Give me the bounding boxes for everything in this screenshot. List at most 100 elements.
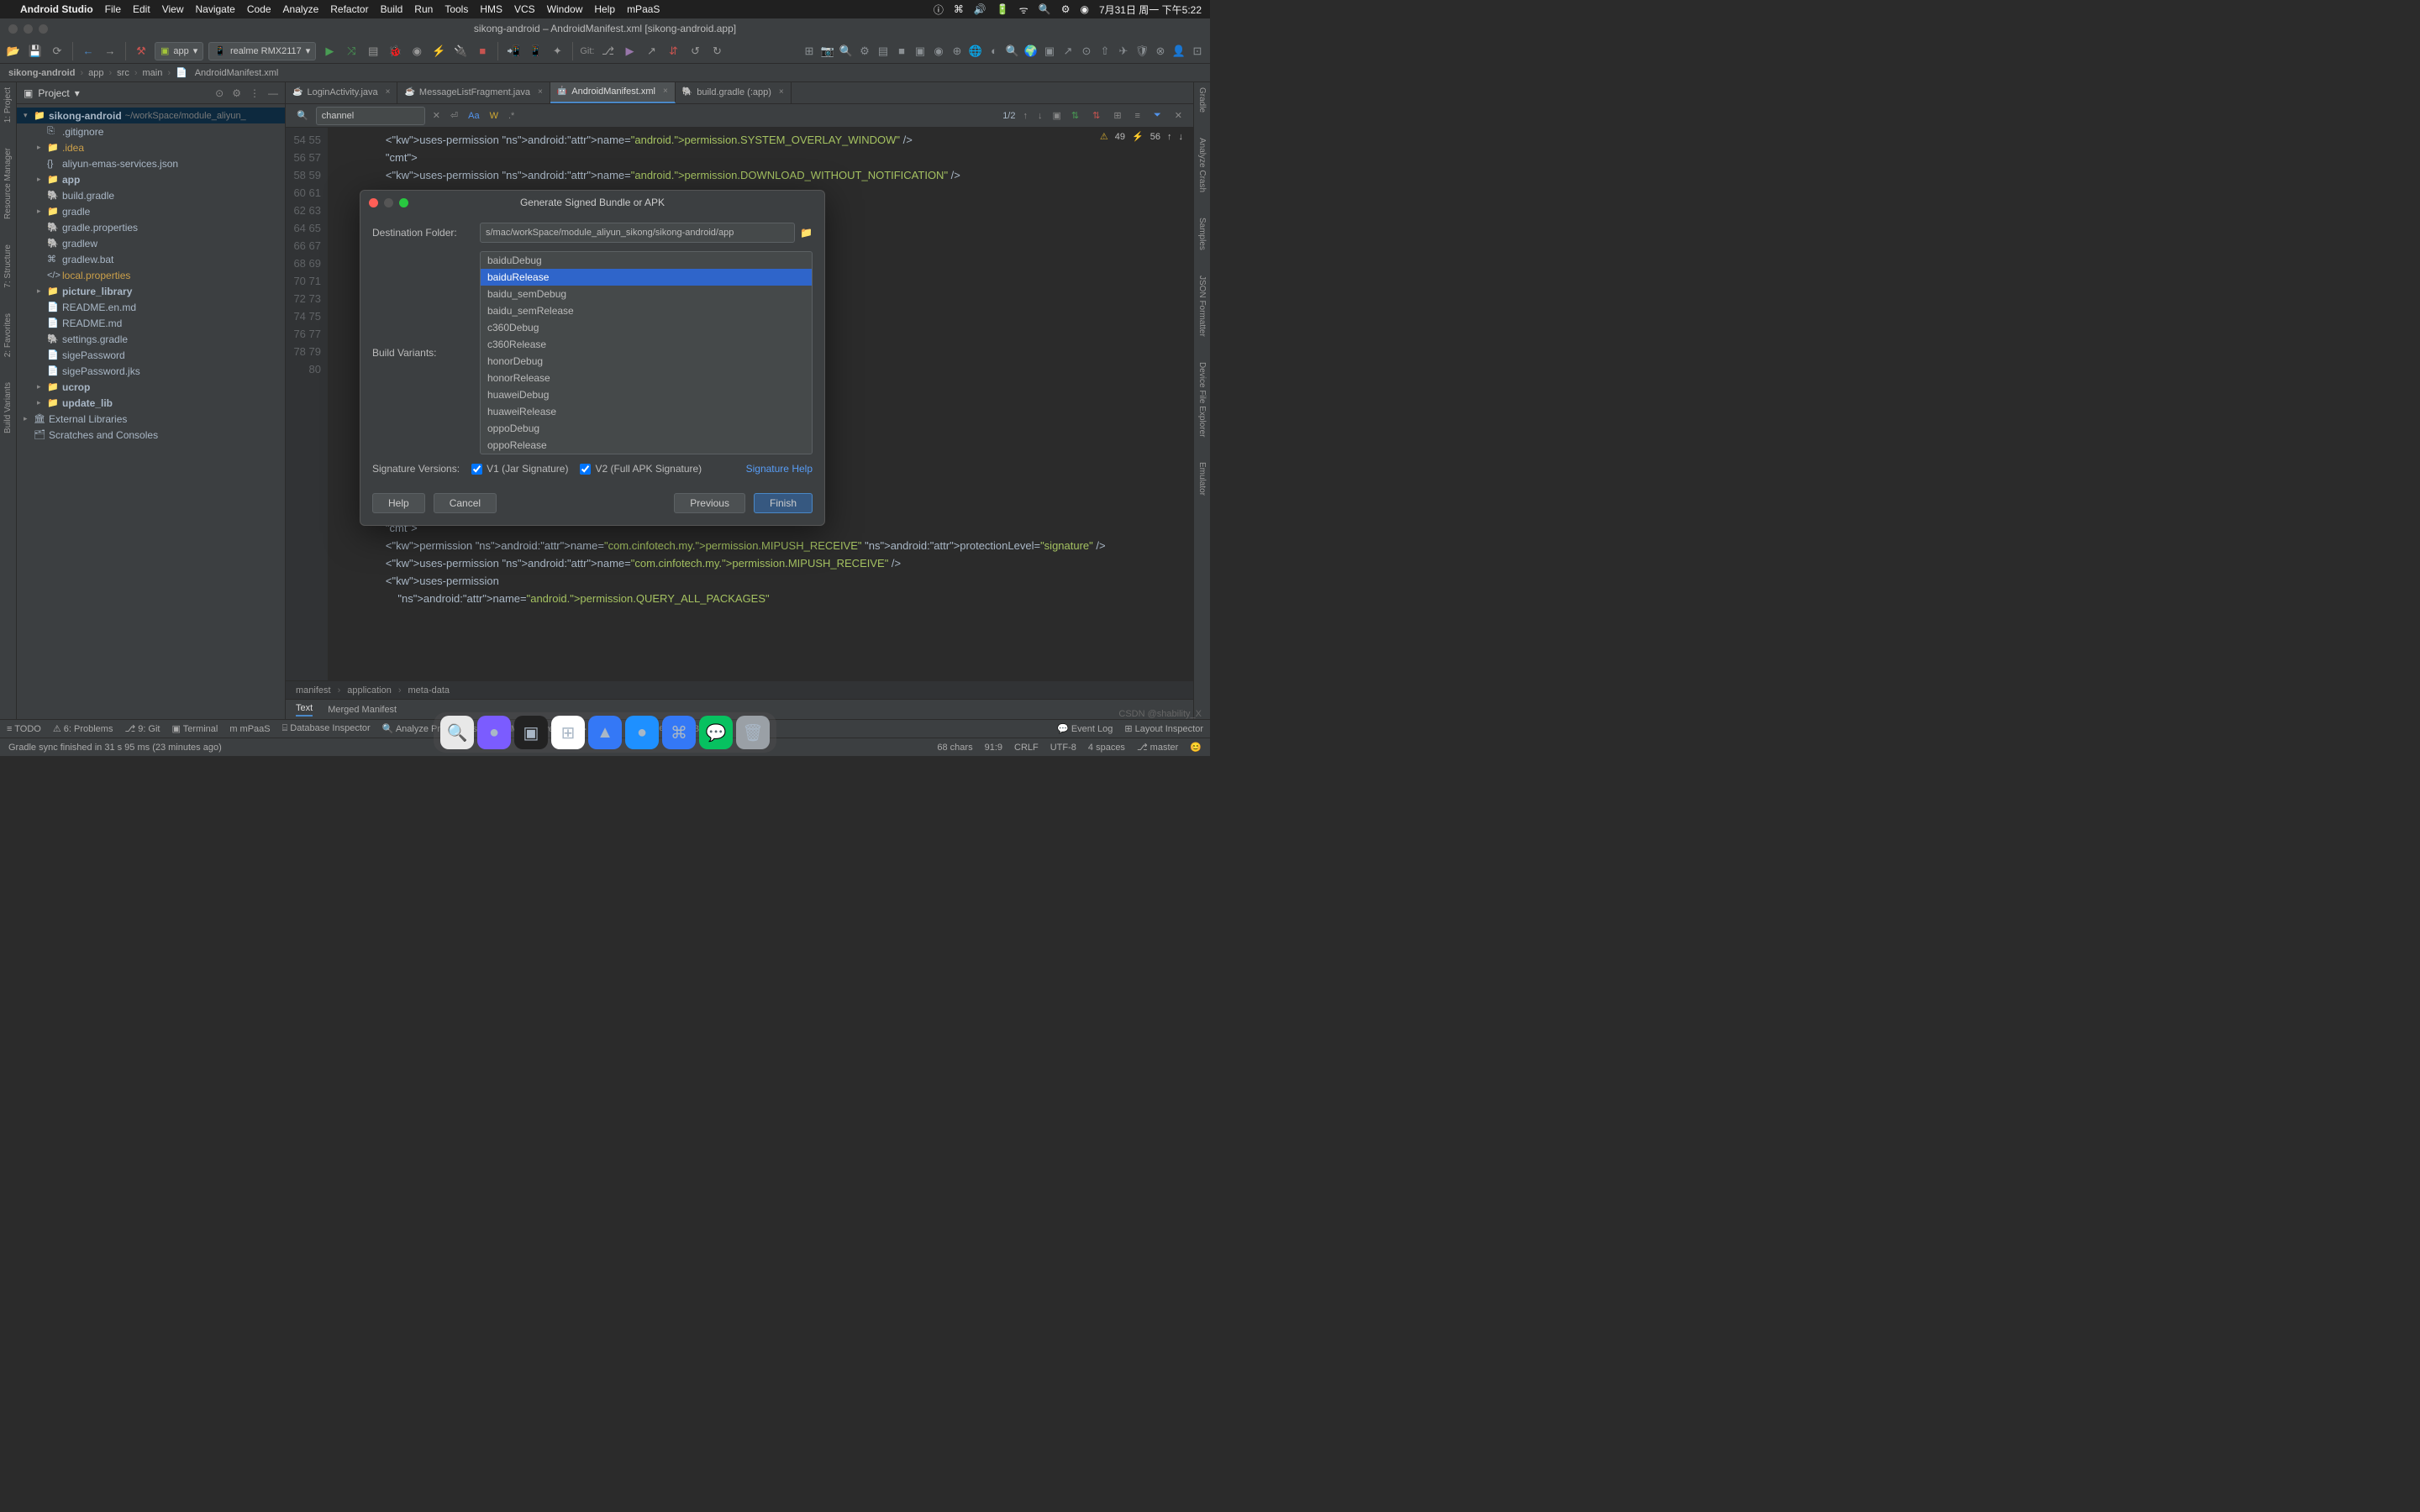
plug-icon[interactable]: 🔌 [452, 45, 469, 58]
dock-app[interactable]: ⊞ [551, 716, 585, 749]
variant-row[interactable]: baiduDebug [481, 252, 812, 269]
tree-item[interactable]: </>local.properties [17, 267, 285, 283]
tool8-icon[interactable]: ◐ [986, 45, 1002, 57]
target-icon[interactable]: ⊙ [215, 87, 224, 99]
run-config-app[interactable]: ▣app▾ [155, 42, 203, 60]
menu-code[interactable]: Code [247, 3, 271, 15]
find-opt3-icon[interactable]: ⊞ [1111, 110, 1123, 121]
status-icon[interactable]: ⌘ [954, 3, 964, 15]
attach-icon[interactable]: ⚡ [430, 45, 447, 58]
dest-folder-input[interactable] [480, 223, 795, 243]
status-cell[interactable]: 😊 [1190, 742, 1202, 753]
git-rollback-icon[interactable]: ↻ [708, 45, 725, 58]
toolwindow-item[interactable]: ≡ TODO [7, 724, 41, 734]
menu-file[interactable]: File [105, 3, 121, 15]
editor-tab[interactable]: 🐘build.gradle (:app)× [676, 82, 792, 103]
bug-icon[interactable]: 🐞 [387, 45, 403, 58]
run-icon[interactable]: ▶ [321, 45, 338, 58]
menu-analyze[interactable]: Analyze [283, 3, 319, 15]
find-word-icon[interactable]: W [487, 111, 501, 121]
tool4-icon[interactable]: ▣ [913, 45, 928, 58]
right-tab-device-file-explorer[interactable]: Device File Explorer [1197, 362, 1207, 437]
hide-icon[interactable]: — [268, 87, 278, 99]
tool9-icon[interactable]: 🔍 [1005, 45, 1020, 58]
tool15-icon[interactable]: ✈ [1116, 45, 1131, 58]
inspection-widget[interactable]: ⚠49 ⚡56 ↑↓ [1100, 131, 1183, 142]
right-tab-samples[interactable]: Samples [1197, 218, 1207, 250]
tool17-icon[interactable]: ⊗ [1153, 45, 1168, 58]
menubar-datetime[interactable]: 7月31日 周一 下午5:22 [1099, 3, 1202, 17]
debug-icon[interactable]: ⤨ [343, 45, 360, 58]
find-filter-icon[interactable]: ⏷ [1151, 110, 1164, 121]
toolwindow-item[interactable]: ⌸ Database Inspector [282, 723, 371, 734]
save-icon[interactable]: 💾 [27, 45, 44, 58]
dock-app[interactable]: ⌘ [662, 716, 696, 749]
editor-tab[interactable]: ☕LoginActivity.java× [286, 82, 397, 103]
crumb-1[interactable]: app [88, 68, 103, 78]
tree-item[interactable]: ▸📁picture_library [17, 283, 285, 299]
find-select-icon[interactable]: ▣ [1050, 110, 1063, 121]
build-variants-list[interactable]: baiduDebugbaiduReleasebaidu_semDebugbaid… [480, 251, 813, 454]
battery-icon[interactable]: 🔋 [997, 3, 1009, 15]
menu-hms[interactable]: HMS [480, 3, 502, 15]
volume-icon[interactable]: 🔊 [974, 3, 986, 15]
crumb-3[interactable]: main [143, 68, 163, 78]
dock-app[interactable]: ● [625, 716, 659, 749]
git-push-icon[interactable]: ↗ [643, 45, 660, 58]
status-cell[interactable]: 4 spaces [1088, 743, 1125, 753]
menu-window[interactable]: Window [547, 3, 583, 15]
variant-row[interactable]: baidu_semDebug [481, 286, 812, 302]
find-next-icon[interactable]: ↓ [1035, 111, 1045, 121]
find-opt1-icon[interactable]: ⇅ [1069, 110, 1081, 121]
tool6-icon[interactable]: ⊕ [950, 45, 965, 58]
status-cell[interactable]: ⎇ master [1137, 742, 1178, 753]
tree-item[interactable]: 📄README.en.md [17, 299, 285, 315]
window-traffic-lights[interactable] [8, 24, 48, 34]
editor-tab[interactable]: 🤖AndroidManifest.xml× [550, 82, 676, 103]
menu-navigate[interactable]: Navigate [195, 3, 234, 15]
project-tree[interactable]: ▾📁sikong-android~/workSpace/module_aliyu… [17, 104, 285, 719]
find-prev-icon[interactable]: ↑ [1020, 111, 1030, 121]
tool12-icon[interactable]: ↗ [1060, 45, 1076, 58]
tree-item[interactable]: ▸🏛External Libraries [17, 411, 285, 427]
sdk-icon[interactable]: 📱 [527, 45, 544, 58]
v2-checkbox[interactable]: V2 (Full APK Signature) [580, 463, 702, 475]
dock-app[interactable]: 💬 [699, 716, 733, 749]
tree-item[interactable]: ▾📁sikong-android~/workSpace/module_aliyu… [17, 108, 285, 123]
previous-button[interactable]: Previous [674, 493, 745, 513]
grid-icon[interactable]: ⊞ [802, 45, 817, 58]
toolwindow-item[interactable]: m mPaaS [229, 724, 270, 734]
layout-icon[interactable]: ✦ [549, 45, 566, 58]
dialog-traffic-lights[interactable] [369, 198, 408, 207]
variant-row[interactable]: honorRelease [481, 370, 812, 386]
toolwindow-item[interactable]: ⎇ 9: Git [124, 723, 160, 734]
crumb-0[interactable]: sikong-android [8, 68, 75, 78]
find-clear-icon[interactable]: ✕ [430, 110, 443, 121]
right-tab-analyze-crash[interactable]: Analyze Crash [1197, 138, 1207, 192]
variant-row[interactable]: c360Release [481, 336, 812, 353]
menu-tools[interactable]: Tools [445, 3, 468, 15]
bc-application[interactable]: application [347, 685, 392, 696]
sync-icon[interactable]: ⟳ [49, 45, 66, 58]
device-selector[interactable]: 📱realme RMX2117▾ [208, 42, 316, 60]
profiler-icon[interactable]: ◉ [408, 45, 425, 58]
dock-app[interactable]: 🗑 [736, 716, 770, 749]
find-opt4-icon[interactable]: ≡ [1133, 111, 1143, 121]
tree-item[interactable]: ▸📁ucrop [17, 379, 285, 395]
stop-icon[interactable]: ■ [474, 45, 491, 57]
find-case-icon[interactable]: Aa [466, 111, 481, 121]
menu-mpaas[interactable]: mPaaS [627, 3, 660, 15]
manifest-tab-merged-manifest[interactable]: Merged Manifest [328, 705, 397, 715]
close-tab-icon[interactable]: × [779, 87, 784, 97]
find-newline-icon[interactable]: ⏎ [448, 110, 460, 121]
menu-edit[interactable]: Edit [133, 3, 150, 15]
open-icon[interactable]: 📂 [5, 45, 22, 58]
cancel-button[interactable]: Cancel [434, 493, 497, 513]
bc-meta-data[interactable]: meta-data [408, 685, 450, 696]
camera-icon[interactable]: 📷 [820, 45, 835, 58]
menu-build[interactable]: Build [381, 3, 403, 15]
tool2-icon[interactable]: ▤ [876, 45, 891, 58]
v1-checkbox[interactable]: V1 (Jar Signature) [471, 463, 568, 475]
variant-row[interactable]: huaweiRelease [481, 403, 812, 420]
zoom-icon[interactable]: 🔍 [839, 45, 854, 58]
